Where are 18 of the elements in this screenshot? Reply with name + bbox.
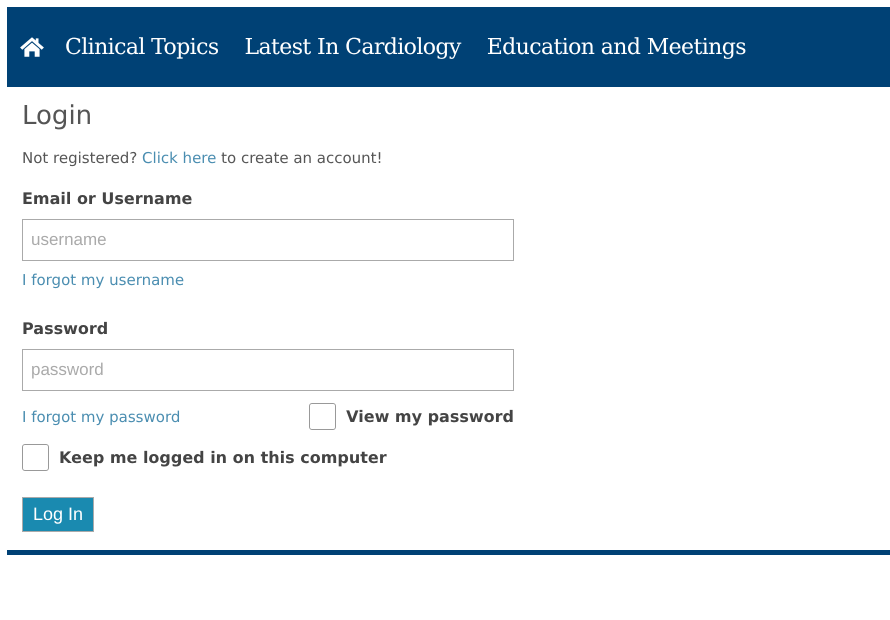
checkbox-label: View my password — [346, 407, 514, 426]
password-field[interactable]: password — [22, 349, 514, 391]
nav-link[interactable]: Education and Meetings — [486, 34, 746, 60]
register-link[interactable]: Click here — [142, 149, 216, 167]
checkbox-label: Keep me logged in on this computer — [59, 448, 387, 467]
nav-link[interactable]: Latest In Cardiology — [244, 34, 461, 60]
username-field[interactable]: username — [22, 219, 514, 261]
home-icon[interactable] — [19, 36, 45, 58]
field-label: Email or Username — [22, 189, 194, 208]
checkbox[interactable] — [22, 444, 49, 471]
login-button[interactable]: Log In — [22, 497, 94, 532]
field-label: Password — [22, 319, 110, 338]
forgot-username-link[interactable]: I forgot my username — [22, 271, 184, 289]
checkbox[interactable] — [309, 403, 336, 430]
page-title: Login — [22, 101, 94, 133]
nav-link[interactable]: Clinical Topics — [65, 34, 219, 60]
register-prompt: Not registered? Click here to create an account! — [22, 149, 384, 167]
forgot-password-link[interactable]: I forgot my password — [22, 408, 180, 426]
